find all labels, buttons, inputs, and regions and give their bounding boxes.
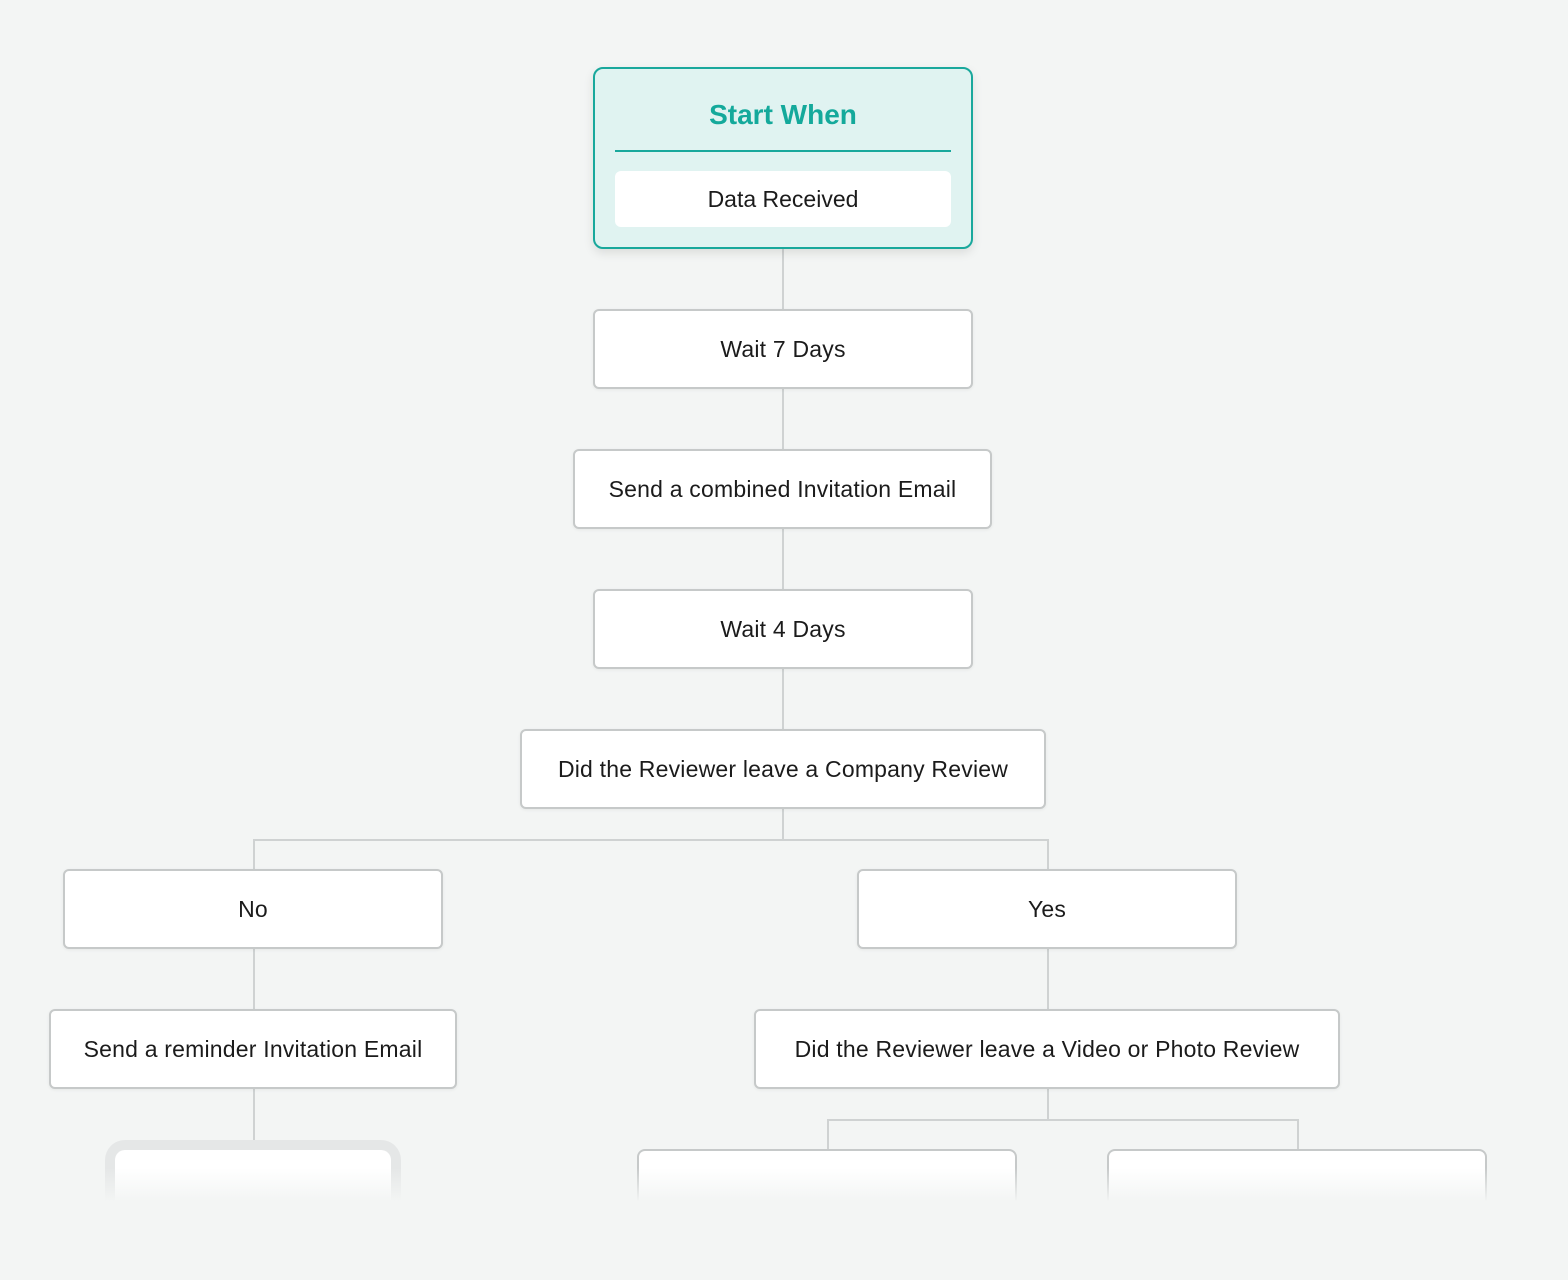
connector-video-split — [1047, 1088, 1049, 1120]
connector-video-left — [827, 1119, 829, 1150]
connector-wait7-send — [782, 388, 784, 450]
connector-video-horizontal — [827, 1119, 1299, 1121]
condition-video-photo-review[interactable]: Did the Reviewer leave a Video or Photo … — [754, 1009, 1340, 1089]
connector-branch-no — [253, 839, 255, 870]
condition-company-review[interactable]: Did the Reviewer leave a Company Review — [520, 729, 1046, 809]
start-when-title: Start When — [709, 99, 857, 130]
connector-no-reminder — [253, 948, 255, 1010]
connector-yes-condition — [1047, 948, 1049, 1010]
connector-video-right — [1297, 1119, 1299, 1150]
step-wait-4-days[interactable]: Wait 4 Days — [593, 589, 973, 669]
connector-send-wait4 — [782, 528, 784, 590]
branch-yes[interactable]: Yes — [857, 869, 1237, 949]
step-label: Send a combined Invitation Email — [608, 475, 957, 502]
connector-start-wait7 — [782, 249, 784, 310]
condition-label: Did the Reviewer leave a Video or Photo … — [794, 1035, 1300, 1062]
canvas-bottom-fade — [0, 1168, 1568, 1280]
step-wait-7-days[interactable]: Wait 7 Days — [593, 309, 973, 389]
branch-label: Yes — [1027, 895, 1067, 922]
condition-label: Did the Reviewer leave a Company Review — [557, 755, 1009, 782]
branch-label: No — [238, 895, 268, 922]
workflow-canvas[interactable]: Start When Data Received Wait 7 Days Sen… — [0, 0, 1568, 1280]
trigger-data-received[interactable]: Data Received — [615, 171, 951, 227]
branch-no[interactable]: No — [63, 869, 443, 949]
connector-condition-split — [782, 808, 784, 840]
connector-reminder-next — [253, 1088, 255, 1150]
step-send-combined-invitation[interactable]: Send a combined Invitation Email — [573, 449, 992, 529]
connector-wait4-condition — [782, 668, 784, 730]
start-when-node[interactable]: Start When Data Received — [593, 67, 973, 249]
step-label: Wait 7 Days — [720, 335, 846, 362]
step-label: Send a reminder Invitation Email — [83, 1035, 423, 1062]
connector-branch-yes — [1047, 839, 1049, 870]
connector-branch-horizontal — [253, 839, 1049, 841]
step-label: Wait 4 Days — [720, 615, 846, 642]
step-send-reminder-invitation[interactable]: Send a reminder Invitation Email — [49, 1009, 457, 1089]
start-divider — [615, 150, 951, 152]
